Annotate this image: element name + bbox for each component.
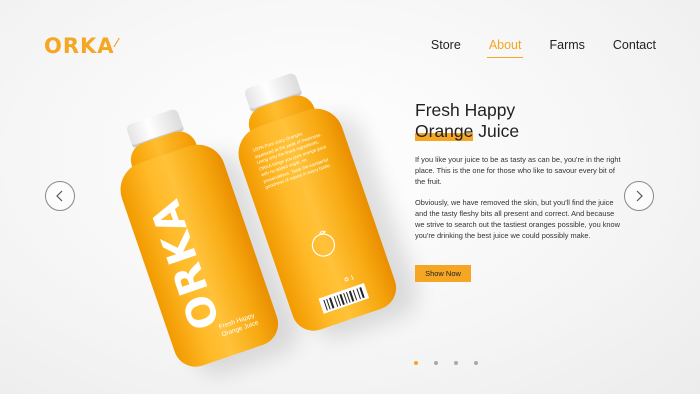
chevron-right-icon — [636, 190, 643, 202]
orange-icon — [305, 226, 341, 262]
brand-logo[interactable]: ORKA⁄ — [44, 34, 119, 58]
barcode — [318, 282, 370, 314]
hero-paragraph-2: Obviously, we have removed the skin, but… — [415, 198, 620, 240]
hero-content: Fresh Happy Orange Juice If you like you… — [415, 100, 625, 241]
hero-headline: Fresh Happy Orange Juice — [415, 100, 625, 142]
slider-dot-1[interactable] — [414, 361, 418, 365]
headline-line1: Fresh Happy — [415, 100, 516, 120]
recycle-icon: ♻ 1 — [343, 275, 356, 285]
headline-highlight: Orange — [415, 121, 474, 141]
brand-mark: ⁄ — [115, 36, 119, 50]
slider-dot-4[interactable] — [474, 361, 478, 365]
slider-dot-2[interactable] — [434, 361, 438, 365]
slider-dot-3[interactable] — [454, 361, 458, 365]
main-nav: Store About Farms Contact — [431, 38, 656, 58]
prev-slide-button[interactable] — [45, 181, 75, 211]
hero-paragraph-1: If you like your juice to be as tasty as… — [415, 155, 621, 186]
brand-name: ORKA — [44, 34, 115, 58]
nav-item-about[interactable]: About — [486, 38, 524, 58]
bottle-copy: 100% Pure Juicy Oranges squeezed at the … — [251, 131, 332, 190]
show-now-button[interactable]: Show Now — [415, 265, 471, 282]
headline-rest: Juice — [473, 121, 520, 141]
chevron-left-icon — [56, 190, 63, 202]
bottle-brand: ORKA — [142, 192, 230, 336]
next-slide-button[interactable] — [624, 181, 654, 211]
slider-dots — [414, 361, 478, 365]
nav-item-contact[interactable]: Contact — [613, 38, 656, 52]
nav-item-store[interactable]: Store — [431, 38, 461, 52]
nav-item-farms[interactable]: Farms — [549, 38, 584, 52]
